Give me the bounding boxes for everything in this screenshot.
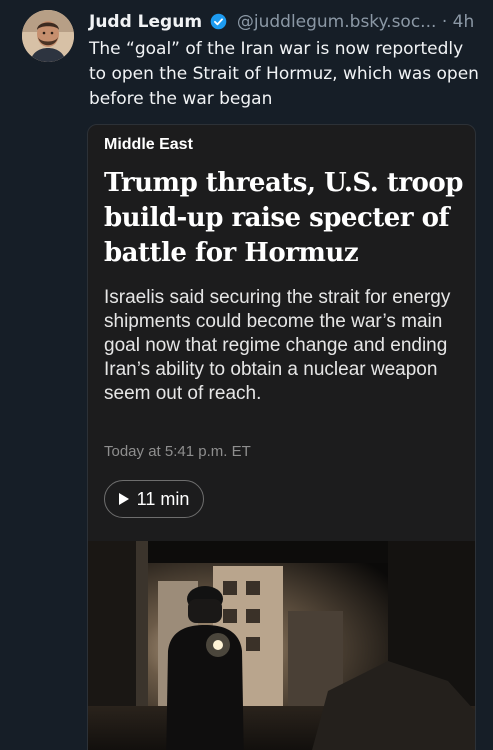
avatar[interactable] <box>22 10 74 62</box>
post-text: The “goal” of the Iran war is now report… <box>89 39 479 109</box>
header-separator: · <box>441 12 448 32</box>
post-age[interactable]: 4h <box>453 12 475 32</box>
article-photo[interactable] <box>88 541 475 750</box>
link-card[interactable]: Middle East Trump threats, U.S. troop bu… <box>87 124 476 750</box>
author-name[interactable]: Judd Legum <box>89 12 202 32</box>
post-header: Judd Legum @juddlegum.bsky.soc... · 4h <box>89 9 489 35</box>
article-headline[interactable]: Trump threats, U.S. troop build-up raise… <box>104 166 464 271</box>
play-icon <box>118 493 129 505</box>
article-summary: Israelis said securing the strait for en… <box>104 287 451 404</box>
verified-badge-icon <box>211 13 227 30</box>
section-label: Middle East <box>104 136 193 153</box>
read-time-label: 11 min <box>136 488 190 509</box>
read-time-button[interactable]: 11 min <box>104 480 204 518</box>
article-timestamp: Today at 5:41 p.m. ET <box>104 443 251 460</box>
author-handle[interactable]: @juddlegum.bsky.soc... <box>237 12 437 32</box>
